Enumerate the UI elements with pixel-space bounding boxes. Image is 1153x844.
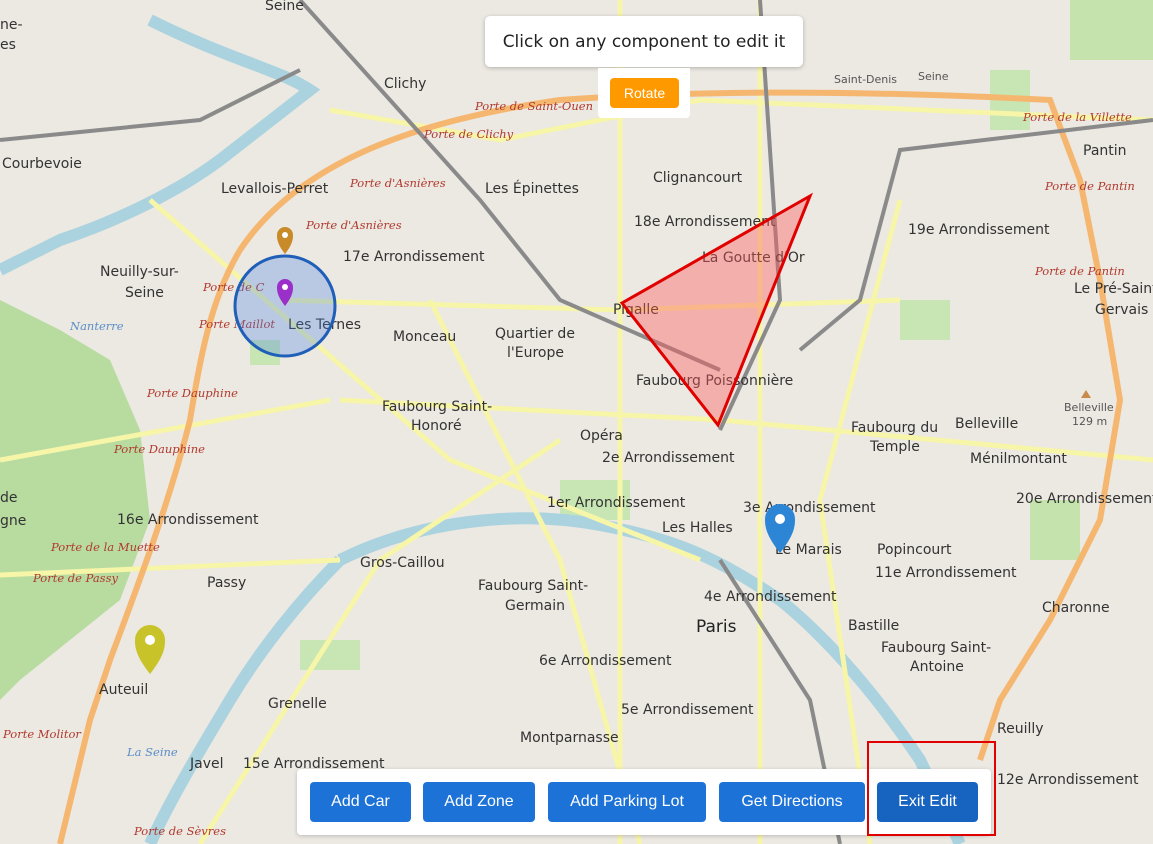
svg-text:Le Pré-Saint-: Le Pré-Saint- xyxy=(1074,281,1153,297)
svg-text:1er Arrondissement: 1er Arrondissement xyxy=(547,495,686,511)
svg-text:Porte d'Asnières: Porte d'Asnières xyxy=(305,218,402,232)
svg-text:Seine: Seine xyxy=(918,70,949,83)
svg-text:Auteuil: Auteuil xyxy=(99,682,148,698)
svg-text:Porte Dauphine: Porte Dauphine xyxy=(146,386,238,400)
svg-text:La Seine: La Seine xyxy=(126,745,178,759)
svg-text:Les Halles: Les Halles xyxy=(662,520,733,536)
svg-text:Porte de Pantin: Porte de Pantin xyxy=(1044,179,1135,193)
svg-text:Faubourg Saint-: Faubourg Saint- xyxy=(881,640,991,656)
svg-text:Pantin: Pantin xyxy=(1083,143,1127,159)
svg-text:Porte de Pantin: Porte de Pantin xyxy=(1034,264,1125,278)
svg-text:129 m: 129 m xyxy=(1072,415,1107,428)
add-zone-button[interactable]: Add Zone xyxy=(423,782,535,822)
svg-text:Courbevoie: Courbevoie xyxy=(2,156,82,172)
svg-text:Porte de Clichy: Porte de Clichy xyxy=(423,127,514,141)
svg-text:4e Arrondissement: 4e Arrondissement xyxy=(704,589,837,605)
svg-text:ne-: ne- xyxy=(0,17,23,33)
svg-text:l'Europe: l'Europe xyxy=(507,345,564,361)
svg-text:Clichy: Clichy xyxy=(384,76,426,92)
svg-text:Faubourg Saint-: Faubourg Saint- xyxy=(478,578,588,594)
svg-text:Montparnasse: Montparnasse xyxy=(520,730,619,746)
svg-text:20e Arrondissement: 20e Arrondissement xyxy=(1016,491,1153,507)
svg-text:Porte d'Asnières: Porte d'Asnières xyxy=(349,176,446,190)
svg-text:Neuilly-sur-: Neuilly-sur- xyxy=(100,264,179,280)
svg-text:Javel: Javel xyxy=(189,756,224,772)
svg-text:Nanterre: Nanterre xyxy=(69,319,124,333)
svg-text:Reuilly: Reuilly xyxy=(997,721,1044,737)
svg-text:3e Arrondissement: 3e Arrondissement xyxy=(743,500,876,516)
svg-text:Passy: Passy xyxy=(207,575,246,591)
svg-text:11e Arrondissement: 11e Arrondissement xyxy=(875,565,1017,581)
svg-text:Levallois-Perret: Levallois-Perret xyxy=(221,181,329,197)
svg-text:12e Arrondissement: 12e Arrondissement xyxy=(997,772,1139,788)
svg-text:Faubourg du: Faubourg du xyxy=(851,420,938,436)
svg-text:Porte de la Muette: Porte de la Muette xyxy=(50,540,160,554)
svg-text:6e Arrondissement: 6e Arrondissement xyxy=(539,653,672,669)
svg-text:Belleville: Belleville xyxy=(955,416,1018,432)
svg-text:Bastille: Bastille xyxy=(848,618,899,634)
bottom-toolbar: Add Car Add Zone Add Parking Lot Get Dir… xyxy=(297,769,991,835)
svg-text:Grenelle: Grenelle xyxy=(268,696,327,712)
svg-text:Opéra: Opéra xyxy=(580,428,623,444)
svg-text:Ménilmontant: Ménilmontant xyxy=(970,451,1067,467)
svg-text:Germain: Germain xyxy=(505,598,565,614)
get-directions-button[interactable]: Get Directions xyxy=(719,782,865,822)
svg-text:19e Arrondissement: 19e Arrondissement xyxy=(908,222,1050,238)
svg-text:2e Arrondissement: 2e Arrondissement xyxy=(602,450,735,466)
add-car-button[interactable]: Add Car xyxy=(310,782,411,822)
svg-text:Popincourt: Popincourt xyxy=(877,542,952,558)
svg-text:Porte Molitor: Porte Molitor xyxy=(2,727,82,741)
svg-text:5e Arrondissement: 5e Arrondissement xyxy=(621,702,754,718)
svg-text:gne: gne xyxy=(0,513,26,529)
svg-text:Faubourg Saint-: Faubourg Saint- xyxy=(382,399,492,415)
rotate-button[interactable]: Rotate xyxy=(610,78,679,108)
svg-text:Quartier de: Quartier de xyxy=(495,326,575,342)
tooltip-text: Click on any component to edit it xyxy=(502,31,786,52)
svg-text:Porte de Sèvres: Porte de Sèvres xyxy=(133,824,226,838)
rotate-panel: Rotate xyxy=(598,68,690,118)
svg-text:Seine: Seine xyxy=(265,0,304,14)
svg-text:Temple: Temple xyxy=(869,439,920,455)
svg-text:Honoré: Honoré xyxy=(411,418,462,434)
svg-text:Gros-Caillou: Gros-Caillou xyxy=(360,555,445,571)
svg-text:es: es xyxy=(0,37,16,53)
svg-text:Charonne: Charonne xyxy=(1042,600,1110,616)
svg-text:Seine: Seine xyxy=(125,285,164,301)
svg-text:Antoine: Antoine xyxy=(910,659,964,675)
svg-text:Les Épinettes: Les Épinettes xyxy=(485,180,579,197)
svg-text:Clignancourt: Clignancourt xyxy=(653,170,743,186)
svg-text:Porte de Saint-Ouen: Porte de Saint-Ouen xyxy=(474,99,593,113)
svg-text:Porte de Passy: Porte de Passy xyxy=(32,571,118,585)
svg-text:Belleville: Belleville xyxy=(1064,401,1114,414)
svg-text:Gervais: Gervais xyxy=(1095,302,1148,318)
svg-text:Monceau: Monceau xyxy=(393,329,456,345)
svg-text:de: de xyxy=(0,490,18,506)
svg-text:Porte de la Villette: Porte de la Villette xyxy=(1022,110,1132,124)
svg-text:Porte Dauphine: Porte Dauphine xyxy=(113,442,205,456)
add-parking-lot-button[interactable]: Add Parking Lot xyxy=(548,782,706,822)
map-canvas[interactable]: Seine Clichy Courbevoie Levallois-Perret… xyxy=(0,0,1153,844)
edit-instruction-tooltip: Click on any component to edit it xyxy=(485,16,803,67)
svg-text:Saint-Denis: Saint-Denis xyxy=(834,73,897,86)
exit-edit-button[interactable]: Exit Edit xyxy=(877,782,978,822)
svg-text:17e Arrondissement: 17e Arrondissement xyxy=(343,249,485,265)
svg-text:16e Arrondissement: 16e Arrondissement xyxy=(117,512,259,528)
svg-text:Paris: Paris xyxy=(696,617,737,637)
